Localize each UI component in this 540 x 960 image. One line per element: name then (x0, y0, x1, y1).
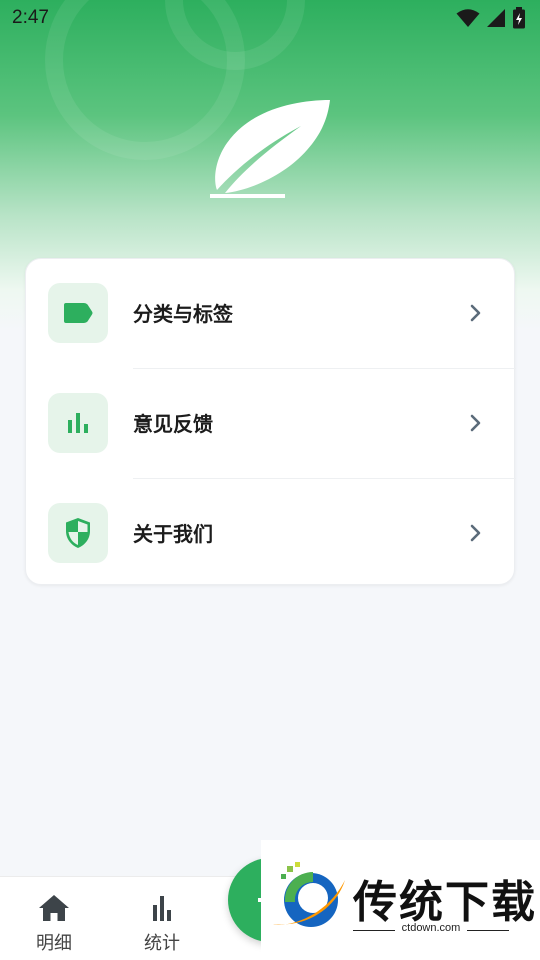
menu-item-feedback[interactable]: 意见反馈 (26, 369, 516, 479)
feather-logo (210, 100, 330, 198)
status-time: 2:47 (12, 7, 49, 28)
menu-item-label: 关于我们 (133, 522, 213, 546)
menu-icon-box (48, 283, 108, 343)
battery-icon (513, 7, 525, 29)
wifi-icon (456, 9, 480, 27)
home-icon (39, 895, 69, 921)
nav-label: 统计 (144, 933, 180, 954)
tag-icon (64, 303, 93, 323)
chevron-right-icon (470, 304, 481, 322)
chevron-right-icon (470, 414, 481, 432)
menu-icon-box (48, 393, 108, 453)
menu-item-label: 意见反馈 (133, 412, 213, 436)
menu-item-category-tags[interactable]: 分类与标签 (26, 259, 516, 369)
watermark-logo (273, 862, 345, 927)
shield-icon (66, 518, 90, 548)
watermark-overlay: 传统下载 ctdown.com (261, 840, 540, 960)
menu-icon-box (48, 503, 108, 563)
bar-chart-icon (68, 413, 88, 433)
bar-chart-icon (153, 896, 171, 921)
menu-item-label: 分类与标签 (133, 302, 233, 326)
nav-label: 明细 (36, 933, 72, 954)
settings-menu-card: 分类与标签 意见反馈 关于我们 (25, 258, 516, 585)
watermark-subtitle: ctdown.com (401, 922, 461, 934)
watermark-rule (467, 930, 509, 931)
signal-icon (487, 9, 505, 27)
nav-item-details[interactable]: 明细 (0, 877, 108, 960)
nav-item-statistics[interactable]: 统计 (108, 877, 216, 960)
menu-item-about-us[interactable]: 关于我们 (26, 479, 516, 589)
chevron-right-icon (470, 524, 481, 542)
status-icons (456, 7, 526, 29)
watermark-title: 传统下载 (353, 877, 537, 928)
status-bar: 2:47 (0, 0, 540, 36)
